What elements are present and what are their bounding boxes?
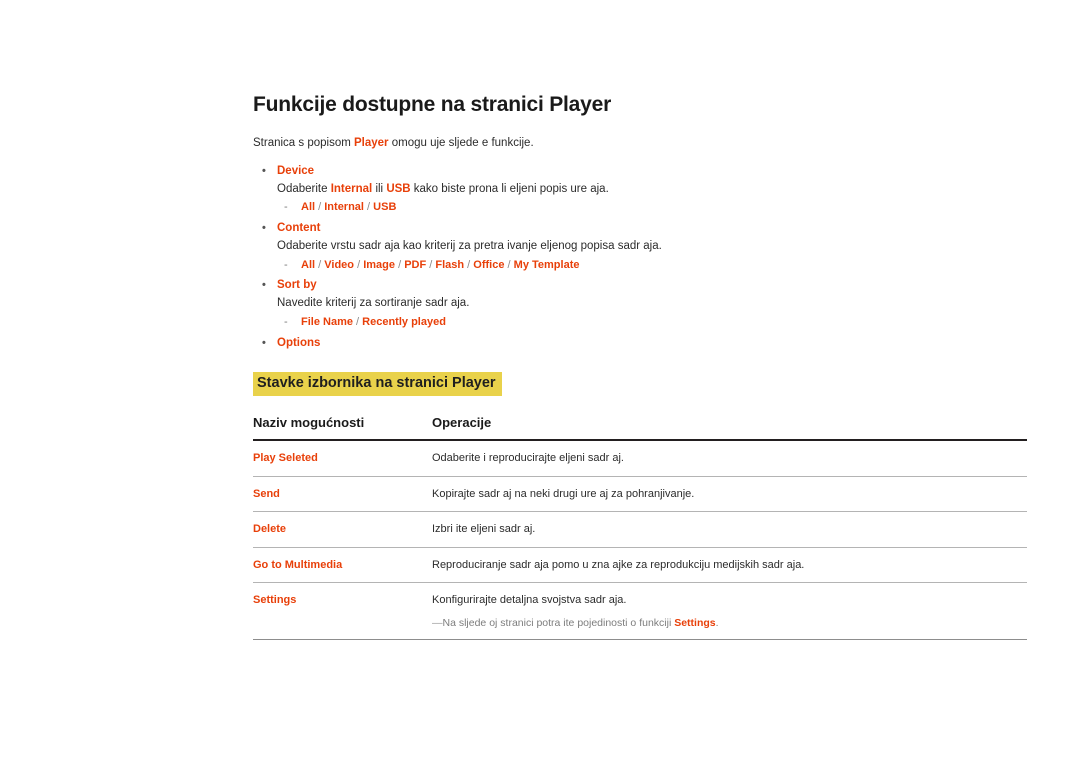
bullet-title-device: • Device (253, 163, 1027, 181)
note-text-before: Na sljede oj stranici potra ite pojedino… (442, 616, 675, 629)
bullet-marker-icon: • (262, 279, 266, 292)
option-value: All (301, 258, 316, 271)
option-value: PDF (404, 258, 427, 271)
row-desc-play-seleted: Odaberite i reproducirajte eljeni sadr a… (432, 440, 1027, 477)
bullet-options-device: - All / Internal / USB (253, 199, 1027, 217)
bullet-label: Options (277, 336, 321, 349)
bullet-title-content: • Content (253, 220, 1027, 238)
section-heading-highlight: Stavke izbornika na stranici Player (253, 372, 502, 396)
document-page: Funkcije dostupne na stranici Player Str… (0, 0, 1080, 763)
desc-part: Navedite kriterij za sortiranje sadr aja… (277, 297, 470, 310)
option-separator: / (356, 315, 360, 328)
table-header-name: Naziv mogućnosti (253, 415, 432, 441)
table-row: Delete Izbri ite eljeni sadr aj. (253, 511, 1027, 548)
bullet-label: Content (277, 222, 321, 235)
intro-text-after: omogu uje sljede e funkcije. (388, 137, 534, 150)
option-value: My Template (513, 258, 580, 271)
row-name-settings: Settings (253, 582, 432, 641)
option-value: Internal (324, 201, 364, 214)
row-desc-go-to-multimedia: Reproduciranje sadr aja pomo u zna ajke … (432, 547, 1027, 583)
bullet-description-content: Odaberite vrstu sadr aja kao kriterij za… (253, 238, 1027, 256)
option-value: File Name (301, 315, 353, 328)
bullet-options-sort-by: - File Name / Recently played (253, 314, 1027, 332)
desc-accent-internal: Internal (330, 182, 373, 195)
option-value: Flash (435, 258, 465, 271)
desc-part: Odaberite (277, 182, 331, 195)
note-accent-settings: Settings (674, 616, 716, 629)
bullet-label: Sort by (277, 279, 317, 292)
option-separator: / (367, 201, 371, 214)
bullet-item-device: • Device Odaberite Internal ili USB kako… (253, 163, 1027, 217)
table-header-row: Naziv mogućnosti Operacije (253, 415, 1027, 441)
sub-marker-icon: - (284, 201, 288, 214)
row-name-play-seleted: Play Seleted (253, 440, 432, 477)
sub-marker-icon: - (284, 258, 288, 271)
bullet-description-device: Odaberite Internal ili USB kako biste pr… (253, 181, 1027, 199)
intro-accent-player: Player (354, 137, 389, 150)
option-value: Video (324, 258, 355, 271)
note-text-after: . (715, 616, 719, 629)
row-desc-delete: Izbri ite eljeni sadr aj. (432, 511, 1027, 548)
option-separator: / (398, 258, 402, 271)
page-title: Funkcije dostupne na stranici Player (253, 93, 612, 116)
bullet-marker-icon: • (262, 336, 266, 349)
bullet-marker-icon: • (262, 164, 266, 177)
bullet-item-sort-by: • Sort by Navedite kriterij za sortiranj… (253, 277, 1027, 331)
bullet-marker-icon: • (262, 222, 266, 235)
bullet-options-content: - All / Video / Image / PDF / Flash / Of… (253, 257, 1027, 275)
option-separator: / (467, 258, 471, 271)
table-body: Play Seleted Odaberite i reproducirajte … (253, 440, 1027, 641)
option-separator: / (429, 258, 433, 271)
bullet-label: Device (277, 164, 315, 177)
row-name-go-to-multimedia: Go to Multimedia (253, 547, 432, 583)
desc-part: kako biste prona li eljeni popis ure aja… (410, 182, 609, 195)
bullet-title-sort-by: • Sort by (253, 277, 1027, 295)
table-header-operation: Operacije (432, 415, 1027, 441)
table-row: Settings Konfigurirajte detaljna svojstv… (253, 582, 1027, 641)
bullet-title-options: • Options (253, 335, 1027, 353)
option-value: All (301, 201, 316, 214)
desc-part: ili (372, 182, 387, 195)
document-content: Funkcije dostupne na stranici Player Str… (253, 92, 1027, 641)
row-name-delete: Delete (253, 511, 432, 548)
option-value: Recently played (362, 315, 446, 328)
row-note-settings: ―Na sljede oj stranici potra ite pojedin… (432, 616, 1027, 631)
row-desc-send: Kopirajte sadr aj na neki drugi ure aj z… (432, 476, 1027, 512)
menu-items-table: Naziv mogućnosti Operacije Play Seleted … (253, 415, 1027, 641)
bullet-description-sort-by: Navedite kriterij za sortiranje sadr aja… (253, 295, 1027, 313)
row-name-send: Send (253, 476, 432, 512)
desc-part: Odaberite vrstu sadr aja kao kriterij za… (277, 239, 662, 252)
option-separator: / (507, 258, 511, 271)
section-heading-container: Stavke izbornika na stranici Player (253, 372, 1027, 396)
table-row: Play Seleted Odaberite i reproducirajte … (253, 440, 1027, 477)
note-dash-icon: ― (432, 616, 442, 629)
table-head: Naziv mogućnosti Operacije (253, 415, 1027, 441)
option-separator: / (318, 201, 322, 214)
bullet-item-options: • Options (253, 335, 1027, 353)
intro-paragraph: Stranica s popisom Player omogu uje slje… (253, 135, 1027, 152)
option-value: Office (473, 258, 505, 271)
table-row: Send Kopirajte sadr aj na neki drugi ure… (253, 476, 1027, 512)
sub-marker-icon: - (284, 315, 288, 328)
feature-bullet-list: • Device Odaberite Internal ili USB kako… (253, 163, 1027, 352)
option-separator: / (318, 258, 322, 271)
option-value: Image (363, 258, 395, 271)
table-row: Go to Multimedia Reproduciranje sadr aja… (253, 547, 1027, 583)
intro-text-before: Stranica s popisom (253, 137, 354, 150)
desc-accent-usb: USB (386, 182, 411, 195)
bullet-item-content: • Content Odaberite vrstu sadr aja kao k… (253, 220, 1027, 274)
row-desc-settings-cell: Konfigurirajte detaljna svojstva sadr aj… (432, 582, 1027, 641)
option-separator: / (357, 258, 361, 271)
row-desc-settings: Konfigurirajte detaljna svojstva sadr aj… (432, 594, 627, 606)
option-value: USB (373, 201, 397, 214)
